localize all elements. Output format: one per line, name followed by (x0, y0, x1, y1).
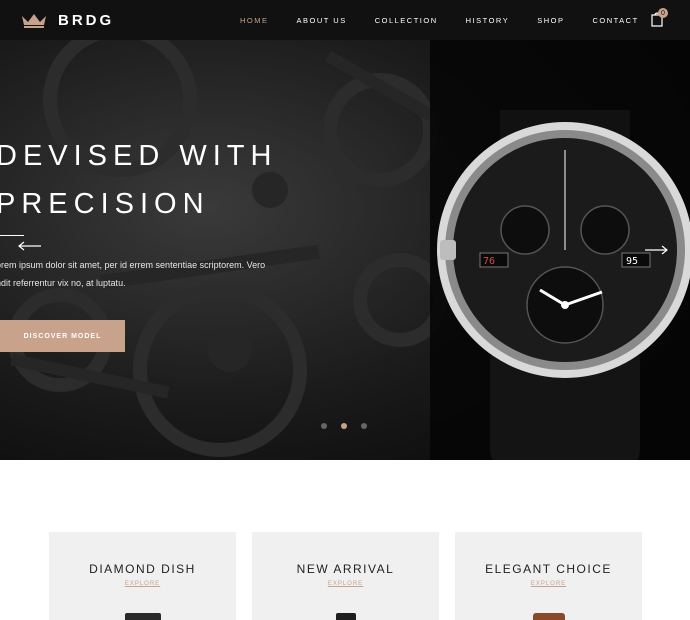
site-header: BRDG HOME ABOUT US COLLECTION HISTORY SH… (0, 0, 690, 40)
hero-title: DEVISED WITH PRECISION (0, 132, 277, 228)
product-title: ELEGANT CHOICE (485, 562, 612, 576)
cart-count-badge: 0 (658, 8, 668, 18)
cart-button[interactable]: 0 (650, 8, 668, 29)
arrow-right-icon (645, 245, 668, 255)
product-card-new-arrival[interactable]: NEW ARRIVAL EXPLORE (252, 532, 439, 620)
hero-text-line-2: ndit referrentur vix no, at luptatu. (0, 278, 126, 288)
hero-text-line-1: orem ipsum dolor sit amet, per id errem … (0, 260, 266, 270)
hero-description: orem ipsum dolor sit amet, per id errem … (0, 256, 296, 292)
crown-icon (22, 14, 46, 28)
nav-home[interactable]: HOME (240, 16, 269, 25)
product-watch-strap (532, 613, 565, 620)
watch-left-digits: 76 (483, 256, 495, 267)
slider-pagination (321, 423, 381, 429)
watch-right-digits: 95 (626, 256, 638, 267)
explore-link[interactable]: EXPLORE (455, 581, 642, 587)
prev-slide-arrow[interactable] (18, 238, 42, 254)
slide-dot-3[interactable] (361, 423, 367, 429)
watch-image: 76 95 (437, 110, 690, 460)
nav-contact[interactable]: CONTACT (592, 16, 638, 25)
product-title: NEW ARRIVAL (296, 562, 395, 576)
brand-name: BRDG (58, 11, 115, 29)
next-slide-arrow[interactable] (644, 242, 668, 258)
nav-shop[interactable]: SHOP (537, 16, 564, 25)
product-card-diamond-dish[interactable]: DIAMOND DISH EXPLORE (49, 532, 236, 620)
nav-history[interactable]: HISTORY (466, 16, 510, 25)
explore-link[interactable]: EXPLORE (49, 581, 236, 587)
brand-logo[interactable]: BRDG (20, 11, 114, 29)
hero-slider: DEVISED WITH PRECISION orem ipsum dolor … (0, 40, 690, 460)
slide-dot-2[interactable] (341, 423, 347, 429)
hero-divider (0, 235, 24, 236)
arrow-left-icon (18, 241, 41, 251)
product-watch-strap (124, 613, 161, 620)
nav-collection[interactable]: COLLECTION (375, 16, 438, 25)
product-card-elegant-choice[interactable]: ELEGANT CHOICE EXPLORE (455, 532, 642, 620)
product-title: DIAMOND DISH (89, 562, 196, 576)
slide-dot-1[interactable] (321, 423, 327, 429)
discover-model-button[interactable]: DISCOVER MODEL (0, 320, 125, 352)
hero-title-line-2: PRECISION (0, 188, 210, 220)
explore-link[interactable]: EXPLORE (252, 581, 439, 587)
product-watch-strap (335, 613, 356, 620)
main-nav: HOME ABOUT US COLLECTION HISTORY SHOP CO… (240, 0, 667, 40)
hero-title-line-1: DEVISED WITH (0, 140, 278, 172)
nav-about-us[interactable]: ABOUT US (297, 16, 347, 25)
